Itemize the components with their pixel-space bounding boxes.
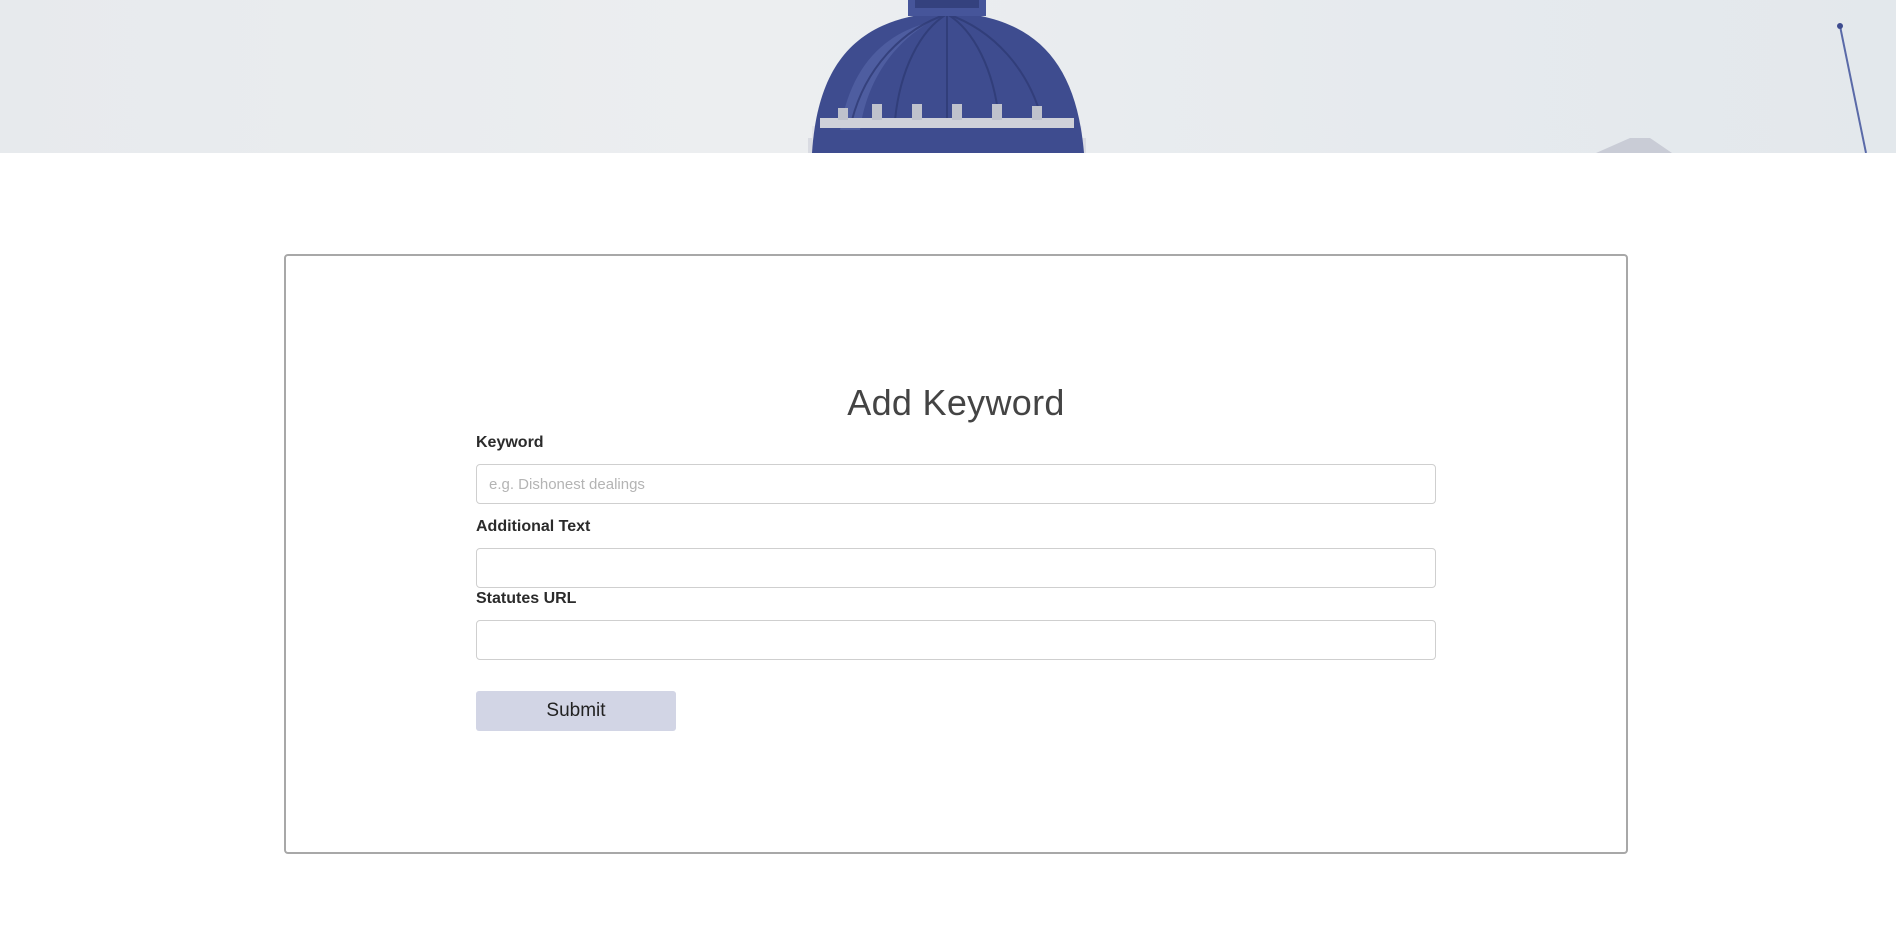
capitol-dome-image [808, 0, 1867, 153]
submit-button[interactable]: Submit [476, 691, 676, 731]
hero-banner [0, 0, 1896, 153]
keyword-input[interactable] [476, 464, 1436, 504]
additional-text-input[interactable] [476, 548, 1436, 588]
statutes-url-input[interactable] [476, 620, 1436, 660]
page-title: Add Keyword [847, 382, 1065, 423]
keyword-label: Keyword [476, 434, 544, 451]
additional-text-label: Additional Text [476, 518, 591, 535]
statutes-url-label: Statutes URL [476, 590, 577, 607]
add-keyword-card: Add Keyword Keyword Additional Text Stat… [284, 254, 1628, 854]
